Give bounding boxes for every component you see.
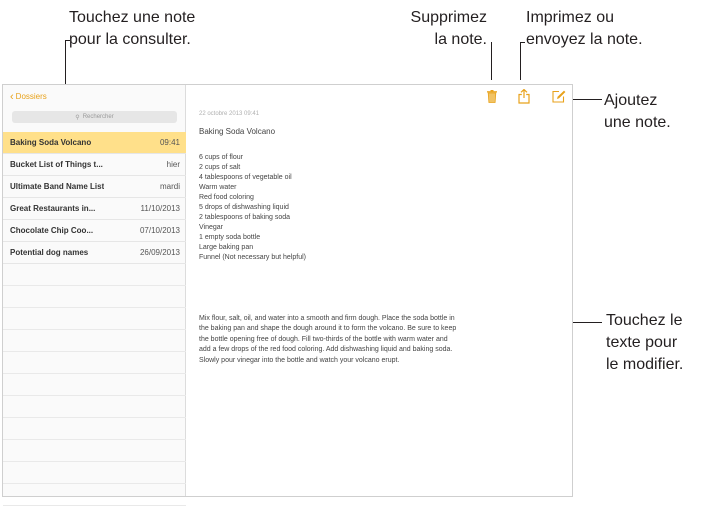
ingredient-line: Vinegar [199,224,224,231]
search-field[interactable]: ⚲ Rechercher [12,111,177,123]
empty-row [3,418,186,440]
note-heading[interactable]: Baking Soda Volcano [199,127,275,136]
note-editor[interactable]: 22 octobre 2013 09:41 Baking Soda Volcan… [199,85,572,496]
note-date: 07/10/2013 [139,226,180,235]
callout-edit-text: Touchez le texte pour le modifier. [606,310,683,376]
leader-line [65,40,70,41]
empty-row [3,330,186,352]
callout-line: une note. [604,114,671,131]
note-title: Baking Soda Volcano [10,138,92,147]
empty-row [3,352,186,374]
callout-line: texte pour [606,334,678,351]
ingredient-line: 2 cups of salt [199,164,241,171]
ingredient-line: 5 drops of dishwashing liquid [199,204,289,211]
list-item[interactable]: Potential dog names 26/09/2013 [3,242,186,264]
empty-row [3,462,186,484]
ingredient-line: Warm water [199,184,237,191]
note-body-paragraph[interactable]: Mix flour, salt, oil, and water into a s… [199,314,565,366]
list-item[interactable]: Baking Soda Volcano 09:41 [3,132,186,154]
paragraph-line: the bottle opening free of dough. Fill t… [199,335,448,343]
callout-line: Ajoutez [604,92,658,109]
ingredient-line: Red food coloring [199,194,254,201]
note-timestamp: 22 octobre 2013 09:41 [199,111,260,117]
callout-line: Touchez le [606,312,683,329]
empty-row [3,374,186,396]
note-title: Potential dog names [10,248,89,257]
ingredient-line: Large baking pan [199,244,254,251]
back-button[interactable]: ‹ Dossiers [10,90,47,103]
note-title: Ultimate Band Name List [10,182,105,191]
leader-line [572,99,602,100]
callout-line: la note. [434,31,487,48]
search-placeholder: Rechercher [82,114,114,120]
callout-print-note: Imprimez ou envoyez la note. [526,7,643,51]
notes-sidebar: ‹ Dossiers ⚲ Rechercher Baking Soda Volc… [3,85,186,506]
paragraph-line: add a few drops of the red food coloring… [199,346,453,354]
note-title: Bucket List of Things t... [10,160,103,169]
ingredient-line: 4 tablespoons of vegetable oil [199,174,292,181]
callout-delete-note: Supprimez la note. [387,7,487,51]
note-date: hier [166,160,180,169]
empty-row [3,308,186,330]
search-icon: ⚲ [75,114,80,121]
note-date: 11/10/2013 [140,204,180,213]
note-date: mardi [159,182,180,191]
back-button-label: Dossiers [15,92,47,101]
empty-row [3,440,186,462]
callout-line: Supprimez [410,9,487,26]
paragraph-line: Mix flour, salt, oil, and water into a s… [199,315,455,322]
note-title: Great Restaurants in... [10,204,96,213]
ingredient-line: Funnel (Not necessary but helpful) [199,254,306,261]
share-icon[interactable] [518,88,532,105]
callout-consult-note: Touchez une note pour la consulter. [69,7,195,51]
ingredient-list[interactable]: 6 cups of flour 2 cups of salt 4 tablesp… [199,153,306,263]
callout-line: le modifier. [606,356,684,373]
callout-line: pour la consulter. [69,31,191,48]
ingredient-line: 6 cups of flour [199,154,243,161]
list-item[interactable]: Chocolate Chip Coo... 07/10/2013 [3,220,186,242]
compose-icon[interactable] [552,90,566,106]
leader-line [520,42,525,43]
note-title: Chocolate Chip Coo... [10,226,94,235]
callout-line: Imprimez ou [526,9,615,26]
notes-list: Baking Soda Volcano 09:41 Bucket List of… [3,132,186,506]
note-date: 26/09/2013 [139,248,180,257]
callout-line: envoyez la note. [526,31,643,48]
empty-row [3,286,186,308]
list-item[interactable]: Bucket List of Things t... hier [3,154,186,176]
callout-line: Touchez une note [69,9,196,26]
ingredient-line: 2 tablespoons of baking soda [199,214,291,221]
empty-row [3,264,186,286]
note-date: 09:41 [159,138,180,147]
callout-add-note: Ajoutez une note. [604,90,671,134]
trash-icon[interactable] [487,90,501,106]
list-item[interactable]: Ultimate Band Name List mardi [3,176,186,198]
chevron-left-icon: ‹ [10,90,14,103]
list-item[interactable]: Great Restaurants in... 11/10/2013 [3,198,186,220]
ingredient-line: 1 empty soda bottle [199,234,261,241]
leader-line [491,42,492,80]
empty-row [3,396,186,418]
paragraph-line: Slowly pour vinegar into the bottle and … [199,356,400,364]
paragraph-line: the baking pan and shape the dough aroun… [199,325,457,333]
leader-line [520,42,521,80]
notes-app-screen: ‹ Dossiers ⚲ Rechercher Baking Soda Volc… [2,84,573,506]
